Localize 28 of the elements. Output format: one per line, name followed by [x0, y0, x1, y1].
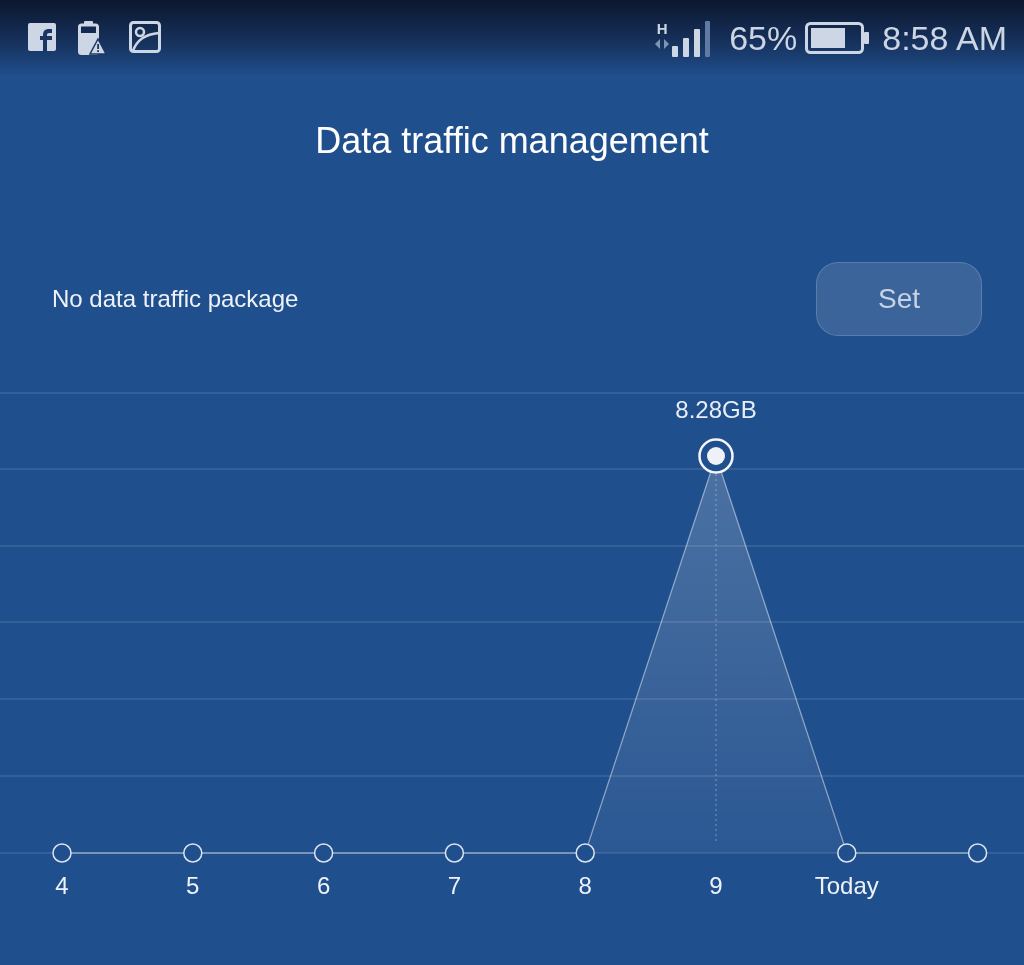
- f-square-icon: [28, 23, 56, 51]
- battery-percent: 65%: [729, 18, 798, 58]
- set-button[interactable]: Set: [816, 262, 982, 336]
- day-label: 4: [55, 872, 69, 899]
- data-point[interactable]: [837, 843, 857, 863]
- battery-icon: [805, 22, 870, 54]
- image-icon: [129, 20, 161, 53]
- data-arrows-icon: [655, 39, 670, 49]
- data-point[interactable]: [444, 843, 465, 863]
- day-label: 6: [316, 872, 331, 899]
- page-title: Data traffic management: [315, 119, 709, 163]
- data-point[interactable]: [575, 843, 595, 863]
- network-type-label: H: [656, 21, 668, 37]
- value-label: 8.28GB: [675, 396, 757, 423]
- day-label: 7: [447, 872, 462, 899]
- signal-icon: [672, 21, 711, 57]
- package-status-text: No data traffic package: [52, 285, 299, 313]
- day-label: 9: [709, 872, 723, 899]
- data-point[interactable]: [967, 843, 988, 863]
- selected-data-point[interactable]: [698, 438, 734, 474]
- data-point[interactable]: [52, 843, 72, 863]
- battery-warning-icon: [78, 20, 106, 55]
- day-label: 8: [578, 872, 592, 899]
- day-label: Today: [814, 872, 879, 899]
- data-point[interactable]: [313, 843, 334, 863]
- clock-time: 8:58 AM: [882, 18, 1007, 58]
- data-point[interactable]: [183, 843, 203, 863]
- day-label: 5: [186, 872, 200, 899]
